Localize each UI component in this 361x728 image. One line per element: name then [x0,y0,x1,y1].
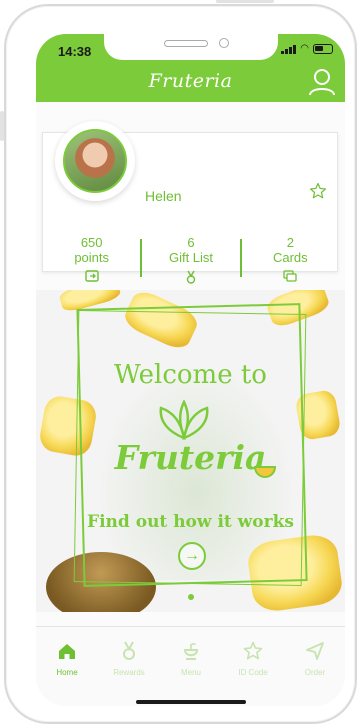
volume-button [0,111,4,141]
tab-label: Order [304,668,326,677]
cards-icon [283,270,297,282]
camera-icon [219,38,229,48]
power-button [216,0,274,3]
phone-frame: 14:38 ◠ Fruteria Helen 650 points 6 Gift… [0,0,357,724]
medal-icon [123,641,135,660]
tab-home[interactable]: Home [38,641,96,677]
bottom-tab-bar: Home Rewards Menu ID Code Order [36,626,345,706]
banner-brand-text: Fruteria [114,438,267,477]
medal-icon [186,270,196,284]
banner-welcome-text: Welcome to [114,360,267,390]
send-icon [306,642,324,660]
avatar-ring [55,121,135,201]
menu-icon [183,643,199,660]
notch [104,34,278,60]
wifi-icon: ◠ [300,43,309,54]
leaf-logo-icon [159,400,209,440]
stat-value: 6 [187,235,195,250]
tab-menu[interactable]: Menu [162,641,220,677]
home-icon [59,644,75,659]
stat-label: points [74,250,110,265]
tab-label: Home [56,668,78,677]
app-header: 14:38 ◠ Fruteria [36,34,345,102]
favorite-star-icon[interactable] [309,182,327,200]
star-icon [243,641,263,660]
avatar[interactable] [63,129,127,193]
stat-value: 2 [286,235,294,250]
tab-label: Menu [180,668,201,677]
speaker [164,40,208,47]
points-icon [84,270,99,282]
stat-points[interactable]: 650 points [43,235,140,282]
tab-id-code[interactable]: ID Code [224,641,282,677]
tab-label: ID Code [238,668,268,677]
tab-label: Rewards [113,668,145,677]
status-bar: 14:38 ◠ [36,34,345,64]
profile-stats: 650 points 6 Gift List 2 Cards [43,235,339,284]
user-name: Helen [145,188,182,204]
welcome-banner[interactable]: Welcome to Fruteria Find out how it work… [36,290,345,612]
battery-icon [313,43,333,54]
stat-cards[interactable]: 2 Cards [242,235,339,282]
stat-gift-list[interactable]: 6 Gift List [142,235,239,284]
app-screen: 14:38 ◠ Fruteria Helen 650 points 6 Gift… [36,34,345,706]
tab-order[interactable]: Order [286,641,344,677]
stat-label: Cards [272,250,308,265]
stat-value: 650 [80,235,103,250]
status-time: 14:38 [58,44,92,59]
profile-card: Helen 650 points 6 Gift List 2 Cards [42,121,338,284]
carousel-indicator[interactable] [188,594,194,600]
tab-rewards[interactable]: Rewards [100,641,158,677]
status-icons: ◠ [281,43,333,54]
signal-icon [281,44,297,54]
home-indicator[interactable] [136,700,246,704]
user-profile-icon[interactable] [309,68,335,96]
app-brand: Fruteria [148,70,233,92]
arrow-right-button[interactable]: → [178,542,206,570]
banner-tagline: Find out how it works [87,512,294,532]
stat-label: Gift List [168,250,214,265]
